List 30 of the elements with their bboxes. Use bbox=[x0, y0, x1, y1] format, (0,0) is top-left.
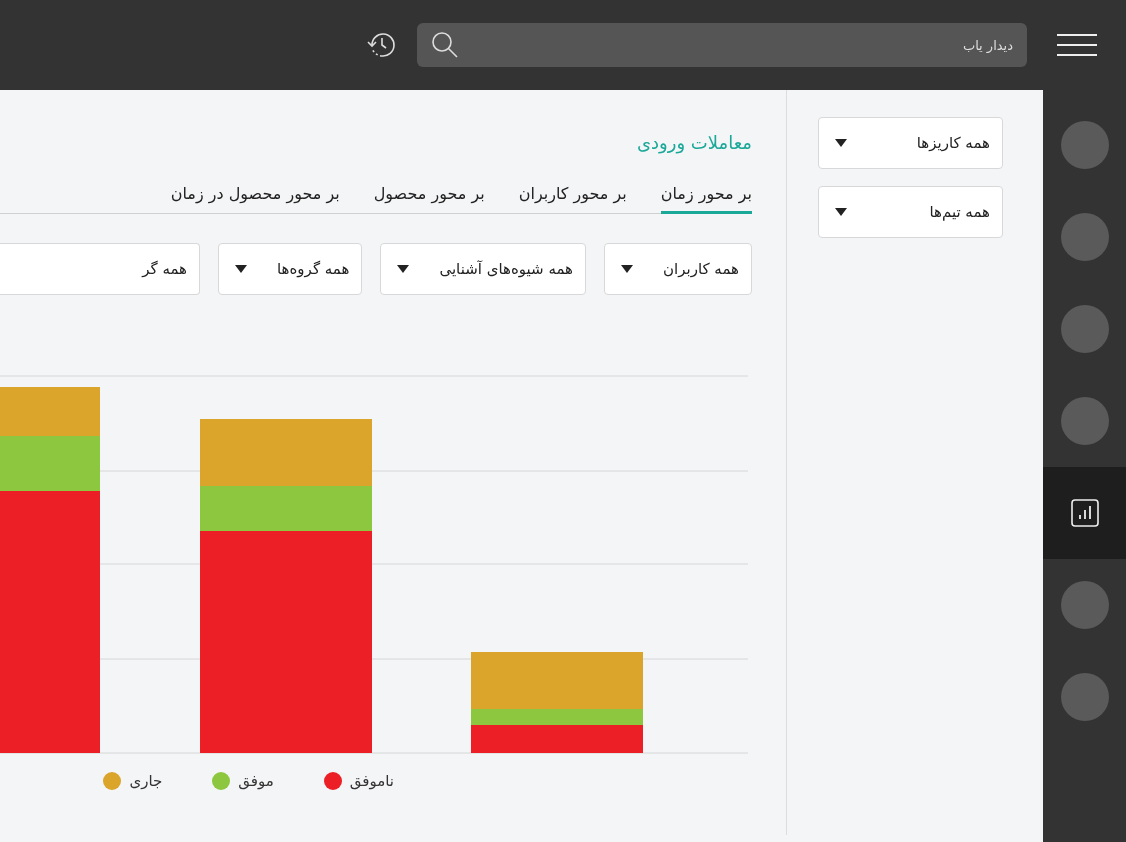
legend-label: موفق bbox=[238, 772, 274, 790]
dropdown[interactable]: همه تیم‌ها bbox=[818, 186, 1003, 238]
placeholder-icon bbox=[1060, 397, 1109, 445]
dropdown[interactable]: همه شیوه‌های آشنایی bbox=[380, 243, 586, 295]
bar-chart-icon bbox=[1070, 499, 1099, 527]
section-title: معاملات ورودی bbox=[635, 132, 752, 156]
placeholder-icon bbox=[1060, 121, 1109, 169]
caret-icon bbox=[621, 265, 633, 273]
dropdown[interactable]: همه گروه‌ها bbox=[218, 243, 363, 295]
dropdown[interactable]: همه گر bbox=[0, 243, 200, 295]
caret-icon bbox=[397, 265, 410, 273]
caret-icon bbox=[235, 265, 247, 273]
dropdown[interactable]: همه کاربران bbox=[604, 243, 752, 295]
tab[interactable]: بر محور محصول bbox=[373, 184, 485, 214]
tab[interactable]: بر محور کاربران bbox=[518, 184, 627, 214]
search-icon bbox=[431, 31, 459, 59]
tab[interactable]: بر محور زمان bbox=[660, 184, 752, 214]
search-field[interactable]: دیدار یاب bbox=[417, 23, 1027, 67]
placeholder-icon bbox=[1060, 213, 1109, 261]
menu-icon[interactable] bbox=[1056, 33, 1097, 57]
placeholder-icon bbox=[1060, 581, 1109, 629]
placeholder-icon bbox=[1060, 305, 1109, 353]
tab[interactable]: بر محور محصول در زمان bbox=[170, 184, 340, 214]
history-icon[interactable] bbox=[367, 30, 397, 60]
dropdown[interactable]: همه کاریزها bbox=[818, 117, 1003, 169]
placeholder-icon bbox=[1060, 673, 1109, 721]
legend-label: ناموفق bbox=[349, 772, 394, 790]
caret-icon bbox=[835, 208, 847, 216]
legend-label: جاری bbox=[129, 772, 163, 790]
caret-icon bbox=[835, 139, 847, 147]
